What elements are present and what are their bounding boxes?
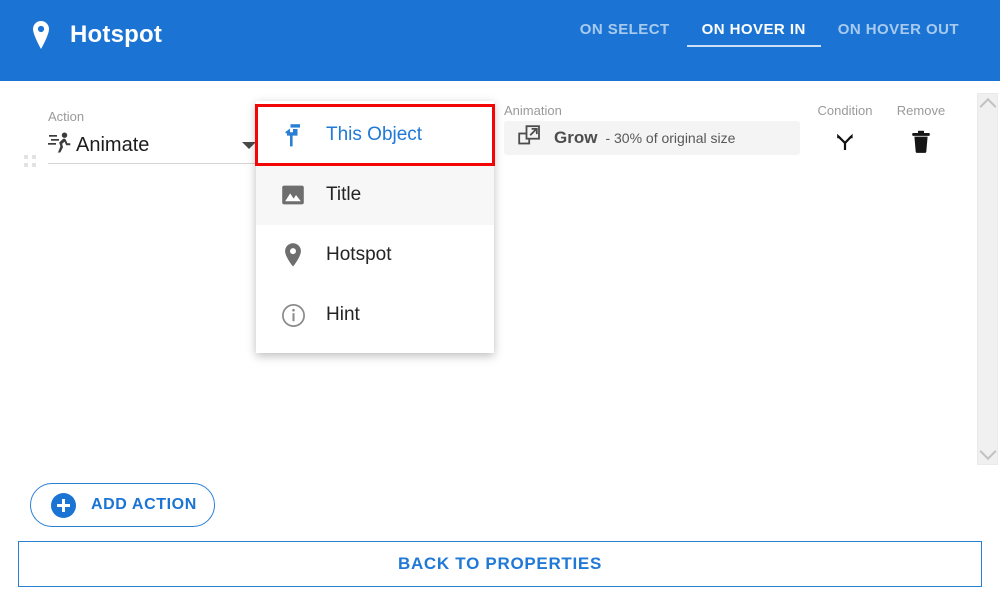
chevron-down-icon[interactable]: [242, 142, 256, 149]
action-field: Action Animate: [48, 109, 260, 164]
object-target-dropdown: This Object Title Hotspot Hint: [255, 101, 495, 353]
tab-on-hover-out[interactable]: ON HOVER OUT: [822, 18, 975, 56]
animation-name: Grow: [554, 128, 598, 147]
remove-button[interactable]: [884, 129, 958, 159]
remove-column: Remove: [884, 103, 958, 159]
panel-scrollbar[interactable]: [977, 93, 998, 465]
dropdown-item-this-object[interactable]: This Object: [255, 104, 495, 166]
action-value: Animate: [76, 134, 150, 156]
trash-icon: [910, 130, 932, 159]
image-icon: [280, 182, 306, 208]
actions-panel: Action Animate Animation Grow - 30% of o…: [0, 81, 1000, 472]
grow-expand-icon: [518, 124, 554, 153]
back-to-properties-button[interactable]: BACK TO PROPERTIES: [18, 541, 982, 587]
drag-handle-icon[interactable]: [24, 155, 38, 169]
dropdown-item-hint[interactable]: Hint: [256, 285, 494, 345]
header-title-group: Hotspot: [30, 20, 162, 50]
dropdown-item-label: Hotspot: [326, 244, 392, 265]
tab-on-select[interactable]: ON SELECT: [564, 18, 686, 56]
dropdown-bottom-padding: [256, 345, 494, 353]
map-pin-icon: [280, 242, 306, 268]
chevron-down-icon[interactable]: [978, 443, 997, 462]
add-action-button[interactable]: ADD ACTION: [30, 483, 215, 527]
animation-chip[interactable]: Grow - 30% of original size: [504, 121, 800, 155]
object-pin-icon: [280, 122, 306, 148]
chevron-up-icon[interactable]: [978, 96, 997, 115]
action-select[interactable]: Animate: [48, 127, 260, 164]
condition-column: Condition: [808, 103, 882, 159]
tab-on-hover-in[interactable]: ON HOVER IN: [686, 18, 822, 56]
dropdown-item-label: Hint: [326, 304, 360, 325]
remove-label: Remove: [896, 103, 946, 118]
condition-button[interactable]: [808, 129, 882, 159]
info-circle-icon: [280, 302, 306, 328]
dropdown-item-title[interactable]: Title: [256, 165, 494, 225]
dropdown-item-hotspot[interactable]: Hotspot: [256, 225, 494, 285]
action-label: Action: [48, 109, 85, 124]
condition-label: Condition: [817, 103, 873, 118]
back-to-properties-label: BACK TO PROPERTIES: [397, 554, 603, 573]
header-tabs: ON SELECT ON HOVER IN ON HOVER OUT: [564, 18, 975, 56]
animation-label: Animation: [504, 103, 562, 118]
app-header: Hotspot ON SELECT ON HOVER IN ON HOVER O…: [0, 0, 1000, 81]
dropdown-item-label: This Object: [326, 124, 423, 145]
add-action-label: ADD ACTION: [91, 496, 197, 513]
dropdown-item-label: Title: [326, 184, 362, 205]
running-person-icon: [48, 131, 76, 160]
page-title: Hotspot: [70, 21, 163, 48]
branch-fork-icon: [833, 130, 857, 159]
plus-circle-icon: [51, 492, 76, 518]
animation-field: Animation Grow - 30% of original size: [504, 103, 800, 155]
animation-detail: - 30% of original size: [605, 130, 736, 146]
map-pin-icon: [30, 20, 52, 50]
